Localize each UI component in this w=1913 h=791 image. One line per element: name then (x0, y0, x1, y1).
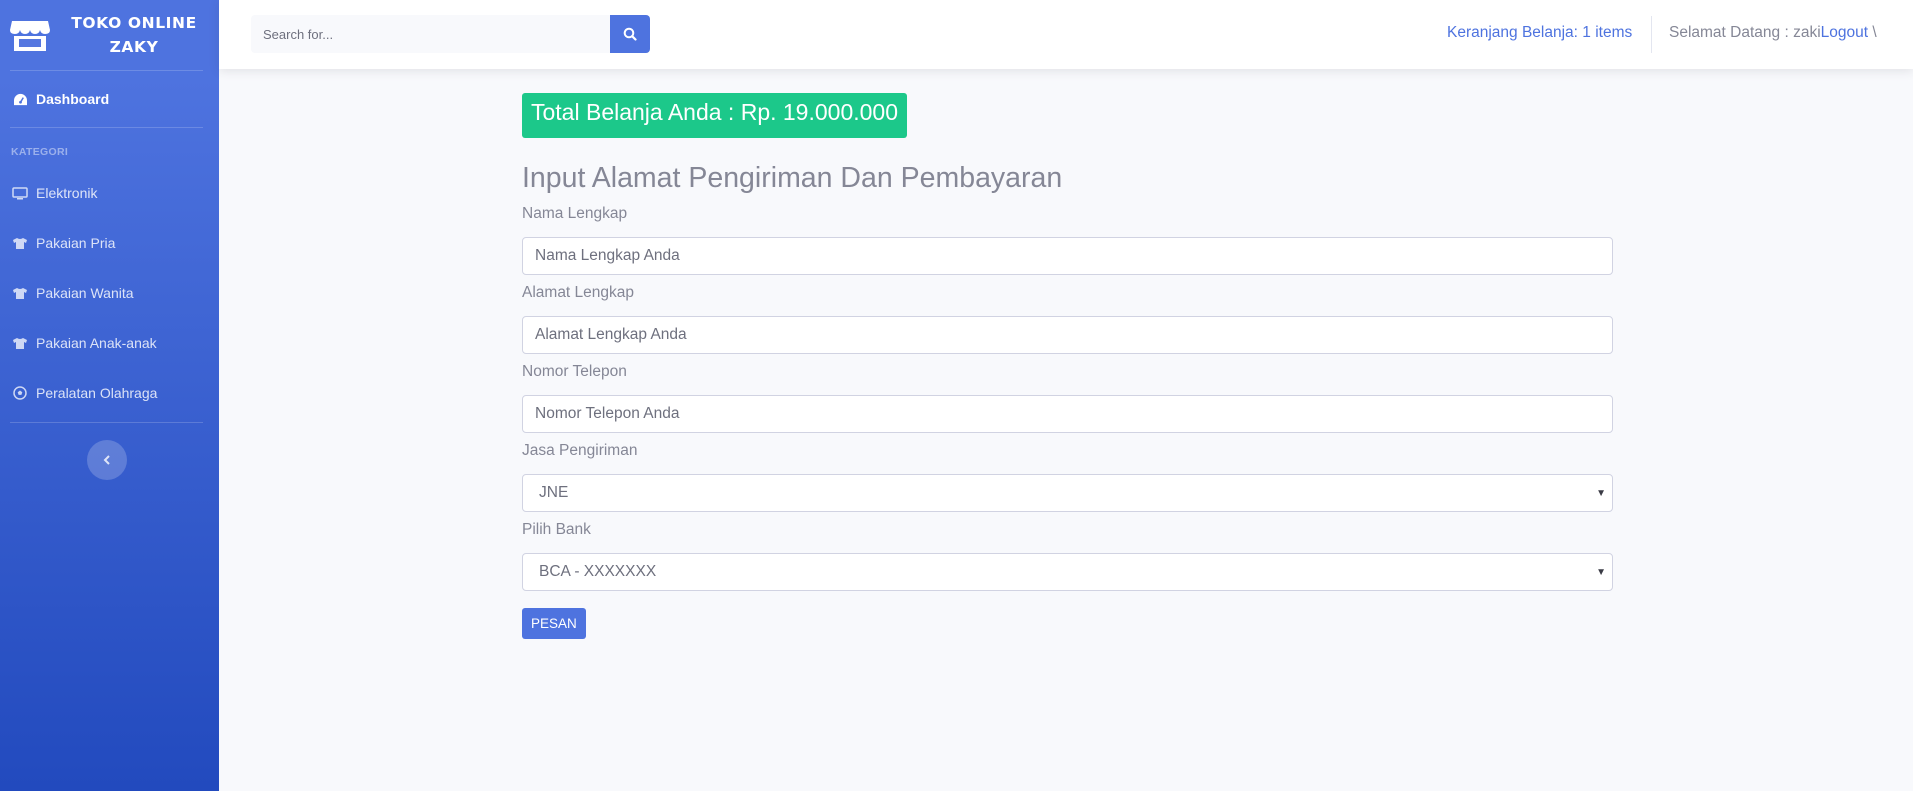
logout-link[interactable]: Logout (1821, 24, 1868, 41)
sidebar-item-label: Pakaian Anak-anak (36, 335, 157, 351)
search-box (251, 15, 610, 53)
jasa-label: Jasa Pengiriman (522, 442, 638, 459)
futbol-icon (11, 386, 29, 400)
bank-label: Pilih Bank (522, 521, 591, 538)
welcome-text: Selamat Datang : zaki (1669, 24, 1821, 41)
sidebar-item-label: Peralatan Olahraga (36, 385, 158, 401)
brand[interactable]: TOKO ONLINE ZAKY (0, 0, 219, 70)
pesan-button[interactable]: PESAN (522, 608, 586, 639)
sidebar-item-elektronik[interactable]: Elektronik (0, 168, 219, 218)
telepon-input[interactable] (535, 405, 1612, 423)
sidebar-item-label: Pakaian Wanita (36, 285, 134, 301)
search-input[interactable] (251, 15, 610, 53)
tshirt-icon (11, 236, 29, 250)
sidebar-divider (10, 422, 203, 423)
topbar-divider (1651, 16, 1652, 53)
search-button[interactable] (610, 15, 650, 53)
search-icon (623, 27, 637, 41)
tshirt-icon (11, 286, 29, 300)
user-greeting: Selamat Datang : zakiLogout \ (1669, 24, 1877, 42)
jasa-select[interactable]: JNE ▼ (522, 474, 1613, 512)
sidebar-item-pakaian-pria[interactable]: Pakaian Pria (0, 218, 219, 268)
total-badge: Total Belanja Anda : Rp. 19.000.000 (522, 93, 908, 138)
alamat-input[interactable] (535, 326, 1612, 344)
caret-down-icon: ▼ (1596, 488, 1606, 499)
alamat-label: Alamat Lengkap (522, 284, 635, 301)
desktop-icon (11, 186, 29, 200)
bank-selected-value: BCA - XXXXXXX (539, 563, 657, 580)
sidebar-item-pakaian-anak[interactable]: Pakaian Anak-anak (0, 318, 219, 368)
sidebar-item-peralatan-olahraga[interactable]: Peralatan Olahraga (0, 368, 219, 418)
cart-link[interactable]: Keranjang Belanja: 1 items (1447, 24, 1632, 42)
nama-input[interactable] (535, 247, 1612, 265)
checkout-form: Total Belanja Anda : Rp. 19.000.000 Inpu… (522, 93, 1613, 639)
caret-down-icon: ▼ (1596, 567, 1606, 578)
sidebar-item-label: Dashboard (36, 91, 110, 107)
sidebar-toggle-button[interactable] (87, 440, 127, 480)
sidebar-item-label: Pakaian Pria (36, 235, 116, 251)
sidebar-item-label: Elektronik (36, 185, 98, 201)
nama-field-wrapper (522, 237, 1613, 275)
nama-label: Nama Lengkap (522, 205, 628, 222)
jasa-selected-value: JNE (539, 484, 569, 501)
sidebar-item-dashboard[interactable]: Dashboard (0, 71, 219, 127)
brand-line-1: TOKO ONLINE (71, 14, 197, 32)
telepon-label: Nomor Telepon (522, 363, 627, 380)
brand-line-2: ZAKY (109, 38, 159, 56)
sidebar: TOKO ONLINE ZAKY Dashboard KATEGORI Elek… (0, 0, 219, 791)
page-title: Input Alamat Pengiriman Dan Pembayaran (522, 162, 1063, 194)
tachometer-icon (11, 92, 29, 106)
topbar: Keranjang Belanja: 1 items Selamat Datan… (219, 0, 1913, 69)
alamat-field-wrapper (522, 316, 1613, 354)
tshirt-icon (11, 336, 29, 350)
sidebar-item-pakaian-wanita[interactable]: Pakaian Wanita (0, 268, 219, 318)
brand-name: TOKO ONLINE ZAKY (64, 11, 204, 59)
bank-select[interactable]: BCA - XXXXXXX ▼ (522, 553, 1613, 591)
trailing-text: \ (1868, 24, 1877, 41)
chevron-left-icon (103, 455, 110, 465)
sidebar-heading: KATEGORI (11, 146, 69, 158)
telepon-field-wrapper (522, 395, 1613, 433)
store-icon (10, 21, 50, 51)
